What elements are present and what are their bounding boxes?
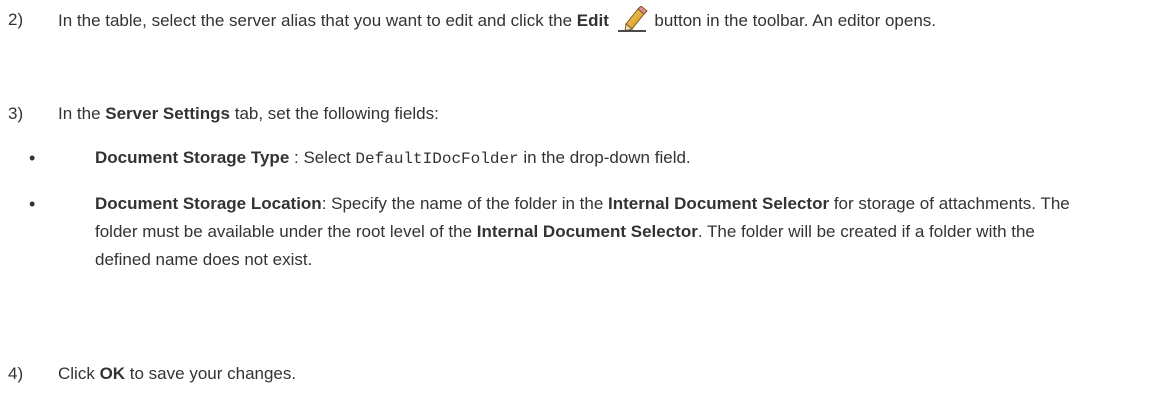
step-2: 2) In the table, select the server alias…	[0, 5, 1140, 35]
field-name: Document Storage Location	[95, 194, 322, 213]
step-text: Click OK to save your changes.	[58, 364, 297, 383]
step-4: 4) Click OK to save your changes.	[0, 360, 1140, 388]
bullet-dot: •	[29, 194, 36, 214]
step-text: In the table, select the server alias th…	[58, 5, 1140, 35]
step-number: 3)	[8, 104, 24, 123]
internal-document-selector-label: Internal Document Selector	[608, 194, 830, 213]
step-text: In the Server Settings tab, set the foll…	[58, 104, 439, 123]
bullet-text: Document Storage Location: Specify the n…	[95, 194, 1070, 269]
bullet-document-storage-type: • Document Storage Type : Select Default…	[0, 144, 1140, 173]
bullet-dot: •	[29, 148, 36, 168]
server-settings-label: Server Settings	[105, 104, 230, 123]
edit-label: Edit	[576, 11, 609, 30]
field-name: Document Storage Type	[95, 148, 290, 167]
ok-label: OK	[99, 364, 126, 383]
step-3: 3) In the Server Settings tab, set the f…	[0, 100, 1140, 128]
bullet-document-storage-location: • Document Storage Location: Specify the…	[0, 190, 1140, 274]
bullet-text: Document Storage Type : Select DefaultID…	[95, 148, 691, 168]
step-number: 4)	[8, 364, 24, 383]
pencil-edit-icon	[616, 5, 648, 32]
step-number: 2)	[8, 10, 24, 29]
code-value: DefaultIDocFolder	[355, 150, 519, 168]
internal-document-selector-label: Internal Document Selector	[476, 222, 698, 241]
